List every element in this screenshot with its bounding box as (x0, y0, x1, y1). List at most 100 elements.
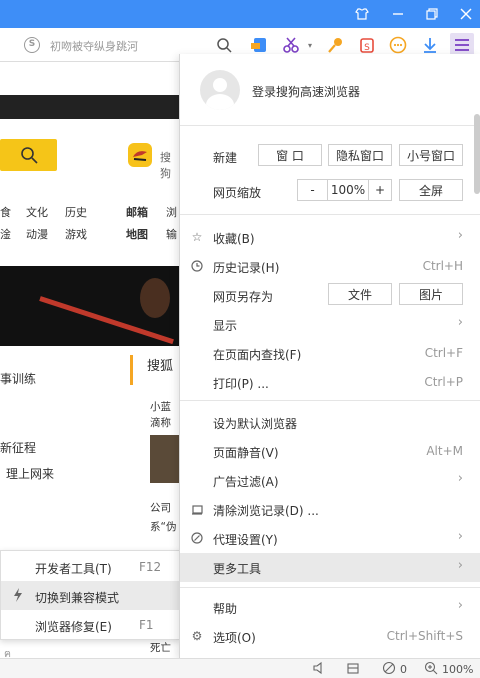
nav-link[interactable]: 文化 (26, 204, 48, 220)
zoom-out-button[interactable]: - (297, 179, 328, 201)
scissors-icon[interactable] (281, 35, 301, 55)
news-link[interactable]: 系“伪 (150, 519, 176, 534)
skin-icon[interactable] (344, 0, 380, 28)
menu-item-clear-history[interactable]: 清除浏览记录(D) ... (180, 495, 480, 524)
new-private-window-button[interactable]: 隐私窗口 (328, 144, 392, 166)
nav-link[interactable]: 邮箱 (126, 204, 148, 220)
close-icon[interactable] (448, 0, 480, 28)
avatar-body (206, 94, 234, 110)
sohu-section-heading: 搜狐 (130, 355, 180, 385)
news-thumbnail[interactable] (150, 435, 180, 483)
menu-item-label: 清除浏览记录(D) ... (213, 504, 319, 518)
menu-item-more-tools[interactable]: 更多工具 › (180, 553, 480, 582)
nav-link[interactable]: 地图 (126, 226, 148, 242)
menu-item-label: 页面静音(V) (213, 446, 279, 460)
address-input[interactable]: 初吻被夺纵身跳河 (50, 38, 138, 54)
menu-item-display[interactable]: 显示 › (180, 310, 480, 339)
recycle-icon[interactable]: S (357, 35, 377, 55)
new-window-button[interactable]: 窗 口 (258, 144, 322, 166)
speaker-icon[interactable] (312, 661, 326, 675)
news-link[interactable]: 死亡 (150, 640, 171, 655)
menu-item-shortcut: Alt+M (426, 444, 463, 458)
menu-item-mute[interactable]: 页面静音(V) Alt+M (180, 437, 480, 466)
news-link[interactable]: 事训练 (0, 370, 36, 387)
menu-item-print[interactable]: 打印(P) ... Ctrl+P (180, 368, 480, 397)
fullscreen-button[interactable]: 全屏 (399, 179, 463, 201)
zoom-value: 100% (327, 179, 369, 201)
search-icon[interactable] (214, 35, 234, 55)
menu-item-proxy[interactable]: 代理设置(Y) › (180, 524, 480, 553)
menu-item-history[interactable]: 历史记录(H) Ctrl+H (180, 252, 480, 281)
news-link[interactable]: 小蓝 (150, 399, 171, 414)
menu-item-label: 切换到兼容模式 (35, 591, 120, 605)
nav-link[interactable]: 历史 (65, 204, 87, 220)
shield-icon[interactable] (249, 35, 269, 55)
menu-item-devtools[interactable]: 开发者工具(T) F12 (1, 552, 181, 581)
download-icon[interactable] (420, 35, 440, 55)
menu-item-repair[interactable]: 浏览器修复(E) F1 (1, 610, 181, 639)
menu-item-ad-filter[interactable]: 广告过滤(A) › (180, 466, 480, 495)
nav-link[interactable]: 动漫 (26, 226, 48, 242)
zoom-level: 100% (442, 663, 474, 676)
gear-icon: ⚙ (191, 629, 203, 643)
menu-item-options[interactable]: ⚙ 选项(O) Ctrl+Shift+S (180, 622, 480, 651)
avatar[interactable] (200, 70, 240, 110)
menu-item-shortcut: F1 (139, 618, 154, 632)
divider (180, 125, 480, 126)
news-link[interactable]: 滴称 (150, 415, 171, 430)
new-alt-window-button[interactable]: 小号窗口 (399, 144, 463, 166)
screenshot-icon[interactable] (346, 661, 360, 675)
page-search-button[interactable] (0, 139, 57, 171)
save-image-button[interactable]: 图片 (399, 283, 463, 305)
new-label: 新建 (213, 151, 238, 165)
chevron-right-icon: › (457, 471, 463, 486)
status-bar: 0 100% (0, 658, 480, 678)
eraser-icon (189, 501, 205, 517)
chevron-right-icon: › (457, 558, 463, 573)
nav-link[interactable]: 游戏 (65, 226, 87, 242)
menu-item-shortcut: Ctrl+Shift+S (386, 629, 463, 643)
login-link[interactable]: 登录搜狗高速浏览器 (252, 83, 360, 100)
zoom-label: 网页缩放 (213, 186, 262, 200)
minimize-icon[interactable] (380, 0, 416, 28)
nav-link[interactable]: 浏 (166, 204, 177, 220)
news-link[interactable]: 公司 (150, 500, 171, 515)
banner-image[interactable] (0, 266, 180, 346)
menu-item-label: 设为默认浏览器 (213, 417, 298, 431)
news-link[interactable]: 理上网来 (6, 465, 54, 482)
menu-item-shortcut: F12 (139, 560, 162, 574)
restore-icon[interactable] (414, 0, 450, 28)
ad-block-icon (382, 661, 396, 678)
nav-link[interactable]: 输 (166, 226, 177, 242)
menu-item-favorites[interactable]: ☆ 收藏(B) › (180, 223, 480, 252)
news-link[interactable]: 新征程 (0, 439, 36, 456)
sogou-s-icon[interactable]: S (24, 37, 40, 53)
menu-item-find[interactable]: 在页面内查找(F) Ctrl+F (180, 339, 480, 368)
avatar-head (213, 78, 227, 92)
menu-item-label: 开发者工具(T) (35, 562, 112, 576)
menu-item-label: 更多工具 (213, 562, 262, 576)
save-file-button[interactable]: 文件 (328, 283, 392, 305)
nav-link[interactable]: 淦 (0, 226, 11, 242)
zoom-in-button[interactable]: + (368, 179, 392, 201)
main-menu: 登录搜狗高速浏览器 新建 窗 口 隐私窗口 小号窗口 网页缩放 - 100% +… (179, 54, 480, 658)
menu-item-compat-mode[interactable]: 切换到兼容模式 (1, 581, 181, 610)
zoom-status[interactable]: 100% (424, 661, 473, 678)
banner-figure (140, 278, 170, 318)
ad-block-status[interactable]: 0 (382, 661, 407, 678)
smiley-icon[interactable] (388, 35, 408, 55)
scrollbar[interactable] (474, 114, 480, 194)
divider (180, 214, 480, 215)
menu-item-label: 广告过滤(A) (213, 475, 279, 489)
nav-link[interactable]: 食 (0, 204, 11, 220)
more-tools-submenu: 开发者工具(T) F12 切换到兼容模式 浏览器修复(E) F1 (0, 550, 181, 640)
menu-item-help[interactable]: 帮助 › (180, 593, 480, 622)
zoom-icon (424, 661, 438, 678)
menu-item-label: 在页面内查找(F) (213, 348, 302, 362)
chevron-down-icon[interactable]: ▾ (300, 35, 320, 55)
menu-item-default-browser[interactable]: 设为默认浏览器 (180, 408, 480, 437)
title-bar (0, 0, 480, 28)
menu-item-label: 历史记录(H) (213, 261, 280, 275)
key-icon[interactable] (326, 35, 346, 55)
link-icon (189, 530, 205, 546)
